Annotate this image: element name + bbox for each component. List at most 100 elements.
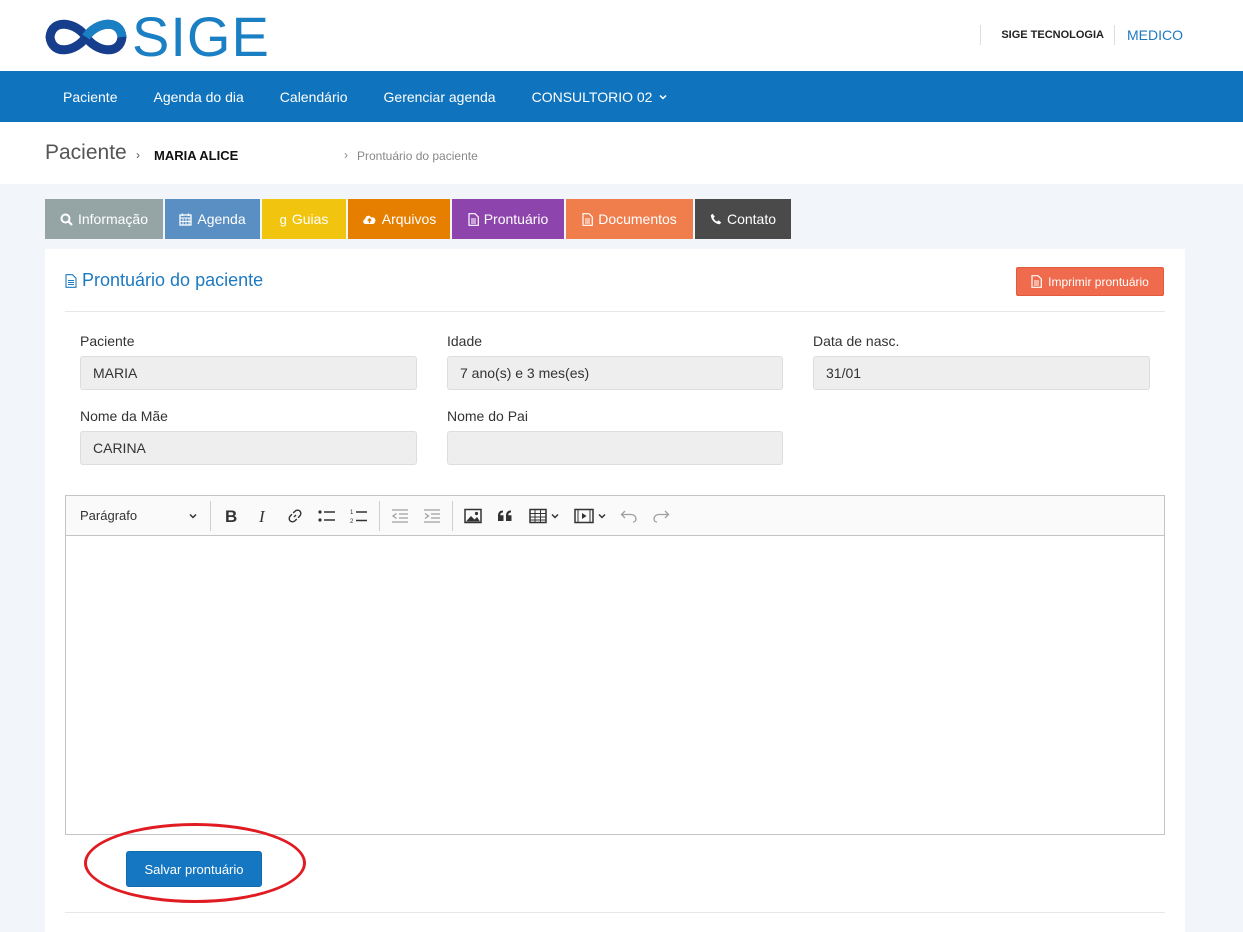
svg-text:2: 2 — [350, 519, 354, 524]
bold-button[interactable]: B — [216, 501, 246, 531]
svg-text:B: B — [225, 508, 237, 524]
outdent-button[interactable] — [385, 501, 415, 531]
sige-logo[interactable]: SIGE — [44, 5, 270, 68]
divider — [65, 912, 1165, 913]
panel-title-text: Prontuário do paciente — [82, 270, 264, 290]
blockquote-button[interactable] — [490, 501, 520, 531]
editor-toolbar: Parágrafo B I 12 — [66, 496, 1164, 536]
print-prontuario-button[interactable]: Imprimir prontuário — [1016, 267, 1164, 296]
insert-table-button[interactable] — [522, 501, 566, 531]
breadcrumb: Paciente › MARIA ALICE › Prontuário do p… — [0, 122, 1243, 184]
numbered-list-button[interactable]: 12 — [344, 501, 374, 531]
nav-agenda-do-dia[interactable]: Agenda do dia — [135, 89, 261, 105]
calendar-icon — [179, 213, 193, 226]
user-role-link[interactable]: MEDICO — [1115, 27, 1183, 43]
rich-text-editor: Parágrafo B I 12 — [65, 495, 1165, 835]
nav-paciente[interactable]: Paciente — [45, 89, 135, 105]
nav-calendario[interactable]: Calendário — [262, 89, 366, 105]
bulleted-list-icon — [318, 509, 335, 522]
logo-text: SIGE — [132, 5, 270, 68]
document-icon — [65, 273, 77, 288]
bulleted-list-button[interactable] — [312, 501, 342, 531]
tab-label: Agenda — [197, 211, 246, 227]
paragraph-style-dropdown[interactable]: Parágrafo — [72, 501, 206, 531]
tab-guias[interactable]: g Guias — [262, 199, 346, 239]
top-header: SIGE SIGE TECNOLOGIA MEDICO — [0, 0, 1243, 71]
link-button[interactable] — [280, 501, 310, 531]
toolbar-separator — [210, 500, 211, 531]
image-icon — [464, 508, 482, 523]
chevron-down-icon — [550, 513, 559, 519]
tab-label: Contato — [726, 211, 777, 227]
phone-icon — [710, 213, 722, 225]
panel-title: Prontuário do paciente — [65, 270, 263, 291]
nome-pai-label: Nome do Pai — [447, 408, 528, 424]
tab-label: Guias — [291, 211, 329, 227]
link-icon — [288, 509, 302, 522]
media-icon — [573, 508, 594, 523]
italic-button[interactable]: I — [248, 501, 278, 531]
tab-label: Informação — [77, 211, 149, 227]
document-icon — [468, 212, 479, 226]
nome-pai-field[interactable] — [447, 431, 783, 465]
nav-consultorio-dropdown[interactable]: CONSULTORIO 02 — [514, 89, 687, 105]
outdent-icon — [391, 508, 408, 523]
insert-image-button[interactable] — [458, 501, 488, 531]
chevron-down-icon — [597, 513, 606, 519]
patient-tabs: Informação Agenda g Guias Arquivos Pront… — [45, 199, 793, 239]
save-prontuario-button[interactable]: Salvar prontuário — [126, 851, 262, 887]
insert-media-button[interactable] — [568, 501, 612, 531]
nav-consultorio-label: CONSULTORIO 02 — [531, 88, 653, 105]
divider — [65, 311, 1165, 312]
bold-icon: B — [225, 508, 237, 524]
redo-icon — [653, 510, 670, 523]
numbered-list-icon: 12 — [350, 510, 367, 524]
page-title: Paciente — [45, 141, 127, 164]
data-nasc-field[interactable]: 31/01 — [813, 356, 1150, 390]
main-navbar: Paciente Agenda do dia Calendário Gerenc… — [0, 71, 1243, 122]
document-icon — [582, 212, 594, 226]
nome-mae-field[interactable]: CARINA — [80, 431, 417, 465]
tab-arquivos[interactable]: Arquivos — [348, 199, 450, 239]
tab-agenda[interactable]: Agenda — [165, 199, 260, 239]
company-name: SIGE TECNOLOGIA — [1001, 29, 1104, 41]
idade-field[interactable]: 7 ano(s) e 3 mes(es) — [447, 356, 783, 390]
redo-button[interactable] — [646, 501, 676, 531]
chevron-down-icon — [659, 94, 667, 100]
idade-label: Idade — [447, 333, 483, 349]
paragraph-style-label: Parágrafo — [80, 508, 138, 523]
tab-prontuario[interactable]: Prontuário — [452, 199, 564, 239]
user-area: SIGE TECNOLOGIA MEDICO — [980, 24, 1183, 46]
paciente-field[interactable]: MARIA — [80, 356, 417, 390]
tab-label: Prontuário — [483, 211, 549, 227]
document-icon — [1031, 275, 1043, 288]
table-icon — [528, 508, 547, 523]
toolbar-separator — [379, 500, 380, 531]
svg-text:1: 1 — [350, 510, 354, 516]
quote-icon — [498, 510, 512, 521]
tab-informacao[interactable]: Informação — [45, 199, 163, 239]
nav-gerenciar-agenda[interactable]: Gerenciar agenda — [366, 89, 514, 105]
print-button-label: Imprimir prontuário — [1048, 274, 1149, 289]
chevron-right-icon: › — [344, 148, 348, 162]
paciente-label: Paciente — [80, 333, 135, 349]
toolbar-separator — [452, 500, 453, 531]
tab-documentos[interactable]: Documentos — [566, 199, 693, 239]
tab-label: Arquivos — [381, 211, 437, 227]
tab-contato[interactable]: Contato — [695, 199, 791, 239]
undo-icon — [620, 510, 637, 523]
google-icon: g — [279, 211, 287, 227]
nome-mae-label: Nome da Mãe — [80, 408, 168, 424]
indent-button[interactable] — [417, 501, 447, 531]
breadcrumb-current-page: Prontuário do paciente — [357, 149, 478, 163]
data-nasc-label: Data de nasc. — [813, 333, 900, 349]
breadcrumb-patient[interactable]: MARIA ALICE — [154, 148, 238, 163]
cloud-upload-icon — [362, 213, 377, 225]
chevron-right-icon: › — [136, 148, 140, 162]
tab-label: Documentos — [598, 211, 677, 227]
italic-icon: I — [258, 508, 266, 524]
svg-text:I: I — [258, 508, 266, 524]
chevron-down-icon — [189, 513, 197, 519]
editor-content-area[interactable] — [66, 536, 1164, 834]
undo-button[interactable] — [614, 501, 644, 531]
